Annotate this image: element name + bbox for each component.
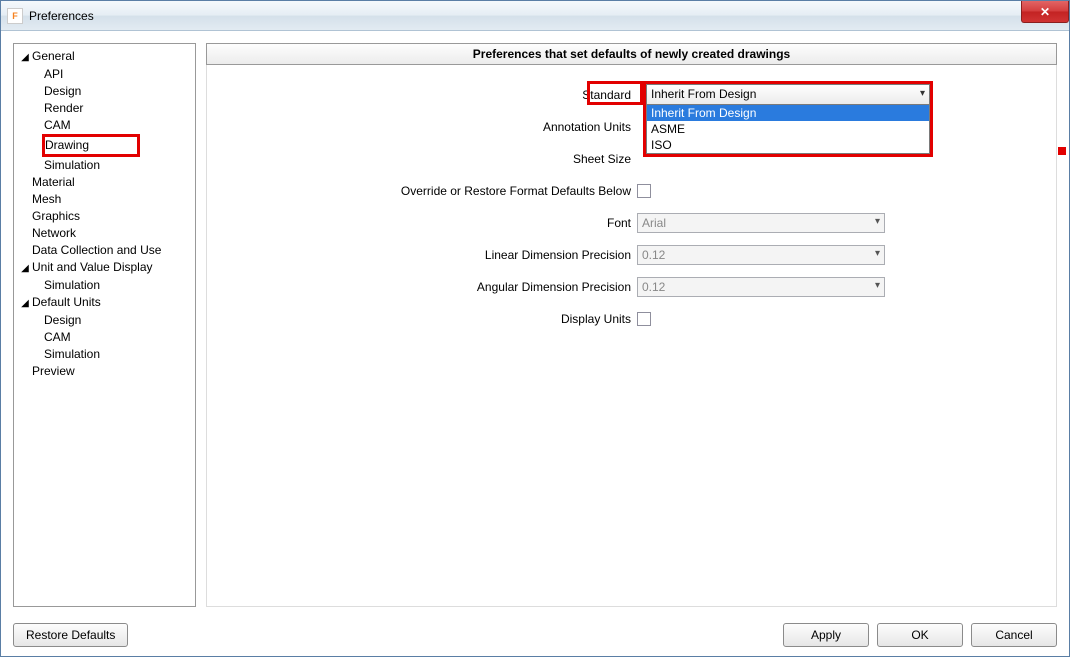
tree-mesh[interactable]: Mesh	[16, 191, 193, 208]
tree-du-cam[interactable]: CAM	[16, 329, 193, 346]
standard-options-list: Inherit From Design ASME ISO	[647, 105, 929, 153]
tree-design[interactable]: Design	[16, 83, 193, 100]
tree-du-simulation[interactable]: Simulation	[16, 346, 193, 363]
label-angular-precision: Angular Dimension Precision	[217, 280, 637, 294]
row-override: Override or Restore Format Defaults Belo…	[217, 181, 1006, 201]
tree-preview[interactable]: Preview	[16, 363, 193, 380]
linear-precision-combo[interactable]: 0.12	[637, 245, 885, 265]
titlebar: F Preferences ✕	[1, 1, 1069, 31]
tree-render[interactable]: Render	[16, 100, 193, 117]
label-standard: Standard	[217, 88, 637, 102]
row-standard: Standard Inherit From Design Inherit Fro…	[217, 85, 1006, 105]
label-linear-precision: Linear Dimension Precision	[217, 248, 637, 262]
row-angular-precision: Angular Dimension Precision 0.12	[217, 277, 1006, 297]
tree-general[interactable]: ◢General	[16, 48, 193, 66]
option-iso[interactable]: ISO	[647, 137, 929, 153]
form-area: Standard Inherit From Design Inherit Fro…	[206, 65, 1057, 607]
tree-simulation[interactable]: Simulation	[16, 157, 193, 174]
label-annotation-units: Annotation Units	[217, 120, 637, 134]
tree-cam[interactable]: CAM	[16, 117, 193, 134]
tree-material[interactable]: Material	[16, 174, 193, 191]
label-override: Override or Restore Format Defaults Belo…	[217, 184, 637, 198]
label-sheet-size: Sheet Size	[217, 152, 637, 166]
tree-drawing[interactable]: Drawing	[16, 134, 193, 157]
nav-tree: ◢General API Design Render CAM Drawing S…	[13, 43, 196, 607]
red-marker	[1058, 147, 1066, 155]
preferences-window: F Preferences ✕ ◢General API Design Rend…	[0, 0, 1070, 657]
apply-button[interactable]: Apply	[783, 623, 869, 647]
override-checkbox[interactable]	[637, 184, 651, 198]
tree-graphics[interactable]: Graphics	[16, 208, 193, 225]
standard-selected[interactable]: Inherit From Design	[647, 85, 929, 105]
tree-du-design[interactable]: Design	[16, 312, 193, 329]
angular-precision-combo[interactable]: 0.12	[637, 277, 885, 297]
main-header: Preferences that set defaults of newly c…	[206, 43, 1057, 65]
tree-network[interactable]: Network	[16, 225, 193, 242]
tree-data-collection[interactable]: Data Collection and Use	[16, 242, 193, 259]
caret-icon: ◢	[20, 260, 30, 277]
option-inherit[interactable]: Inherit From Design	[647, 105, 929, 121]
tree-unit-value-display[interactable]: ◢Unit and Value Display	[16, 259, 193, 277]
footer: Restore Defaults Apply OK Cancel	[1, 619, 1069, 655]
caret-icon: ◢	[20, 295, 30, 312]
app-icon: F	[7, 8, 23, 24]
caret-icon: ◢	[20, 49, 30, 66]
option-asme[interactable]: ASME	[647, 121, 929, 137]
window-title: Preferences	[29, 9, 94, 23]
row-font: Font Arial	[217, 213, 1006, 233]
main-panel: Preferences that set defaults of newly c…	[206, 43, 1057, 607]
cancel-button[interactable]: Cancel	[971, 623, 1057, 647]
tree-api[interactable]: API	[16, 66, 193, 83]
standard-dropdown[interactable]: Inherit From Design Inherit From Design …	[643, 81, 933, 157]
close-button[interactable]: ✕	[1021, 1, 1069, 23]
tree-uvd-simulation[interactable]: Simulation	[16, 277, 193, 294]
ok-button[interactable]: OK	[877, 623, 963, 647]
row-display-units: Display Units	[217, 309, 1006, 329]
display-units-checkbox[interactable]	[637, 312, 651, 326]
label-font: Font	[217, 216, 637, 230]
tree-default-units[interactable]: ◢Default Units	[16, 294, 193, 312]
restore-defaults-button[interactable]: Restore Defaults	[13, 623, 128, 647]
row-linear-precision: Linear Dimension Precision 0.12	[217, 245, 1006, 265]
close-icon: ✕	[1040, 5, 1050, 19]
label-display-units: Display Units	[217, 312, 637, 326]
font-combo[interactable]: Arial	[637, 213, 885, 233]
body: ◢General API Design Render CAM Drawing S…	[1, 31, 1069, 619]
